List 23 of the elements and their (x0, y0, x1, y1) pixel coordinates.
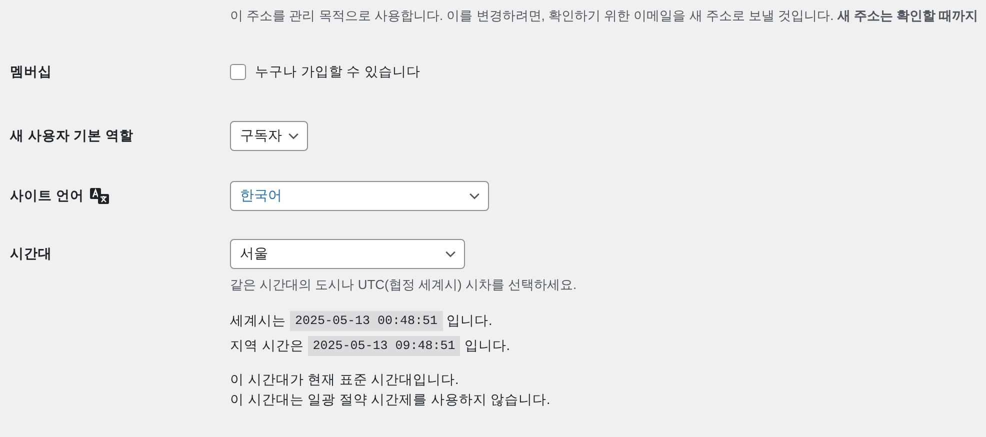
utc-time-label: 세계시는 (230, 312, 286, 330)
chevron-down-icon (445, 250, 456, 258)
utc-time: 2025-05-13 00:48:51 (290, 310, 443, 330)
language-dropdown[interactable]: 한국어 (230, 181, 489, 211)
role-label: 새 사용자 기본 역할 (10, 127, 134, 145)
language-label: 사이트 언어 (10, 187, 84, 205)
timezone-description: 같은 시간대의 도시나 UTC(협정 세계시) 시차를 선택하세요. (230, 276, 578, 294)
local-time-suffix: 입니다. (464, 336, 510, 354)
membership-checkbox[interactable] (230, 64, 246, 80)
translation-icon (90, 188, 110, 204)
local-time: 2025-05-13 09:48:51 (308, 336, 460, 356)
email-description: 이 주소를 관리 목적으로 사용합니다. 이를 변경하려면, 확인하기 위한 이메일을 새 주소로 보낼 것입니다. 새 주소는 확인할 때까지 (230, 8, 978, 23)
timezone-label: 시간대 (10, 245, 52, 263)
timezone-note: 이 시간대는 일광 절약 시간제를 사용하지 않습니다. (230, 392, 550, 407)
role-dropdown[interactable]: 구독자 (230, 121, 308, 151)
chevron-down-icon (288, 132, 299, 140)
timezone-dropdown[interactable]: 서울 (230, 239, 465, 269)
timezone-note: 이 시간대가 현재 표준 시간대입니다. (230, 372, 459, 387)
membership-label: 멤버십 (10, 63, 52, 81)
local-time-label: 지역 시간은 (230, 336, 304, 354)
utc-time-suffix: 입니다. (446, 312, 492, 330)
checkbox-label[interactable]: 누구나 가입할 수 있습니다 (255, 63, 420, 81)
chevron-down-icon (469, 192, 480, 200)
